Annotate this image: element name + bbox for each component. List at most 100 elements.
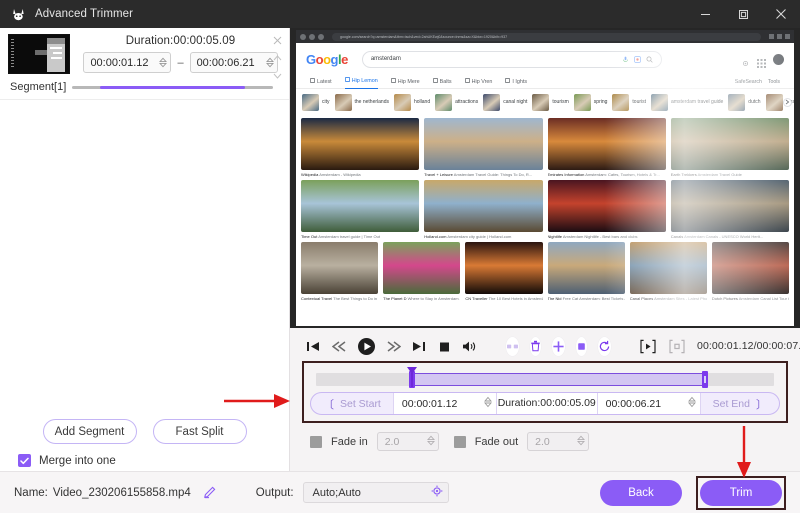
spinner-arrows-icon[interactable]: [483, 395, 492, 413]
image-result[interactable]: CN Traveller The 10 Best Hotels in Amste…: [465, 242, 543, 302]
related-chip[interactable]: tourist: [612, 93, 646, 111]
google-tab-label: Hip Mere: [397, 78, 420, 85]
add-segment-button[interactable]: Add Segment: [42, 419, 137, 444]
related-chip[interactable]: the netherlands: [334, 93, 389, 111]
add-icon[interactable]: [552, 336, 565, 356]
google-tab-hip-vren[interactable]: Hip Vren: [464, 78, 492, 85]
split-icon[interactable]: [506, 336, 519, 356]
merge-checkbox[interactable]: [18, 454, 31, 467]
image-result[interactable]: Canals Amsterdam Canals - UNESCO World H…: [670, 180, 789, 240]
crop-icon[interactable]: [576, 336, 587, 356]
result-caption: Contextual Travel The Best Things to Do …: [301, 296, 378, 301]
google-tab-balts[interactable]: Balts: [432, 78, 452, 85]
fast-split-button[interactable]: Fast Split: [152, 419, 247, 444]
google-tab-hip-mere[interactable]: Hip Mere: [390, 78, 420, 85]
browser-menu-icon: [785, 34, 790, 39]
timeline-playhead-icon[interactable]: [407, 367, 418, 374]
image-result[interactable]: Contextual Travel The Best Things to Do …: [301, 242, 379, 302]
google-tab-i-ights[interactable]: I Ights: [505, 78, 527, 85]
result-thumbnail: [670, 118, 789, 170]
segment-card[interactable]: Duration:00:00:05.09 00:00:01.12 – 00:00…: [0, 28, 289, 100]
segment-end-value: 00:00:06.21: [196, 56, 255, 69]
related-chip[interactable]: canal night: [483, 93, 528, 111]
play-icon[interactable]: [357, 337, 376, 356]
related-chip[interactable]: dutch: [728, 93, 761, 111]
volume-icon[interactable]: [462, 340, 478, 353]
spinner-arrows-icon[interactable]: [159, 57, 168, 68]
image-result[interactable]: Holland.com Amsterdam city guide | Holla…: [424, 180, 543, 240]
rabbit-logo-icon: [10, 6, 26, 22]
image-result[interactable]: Canal Places Amsterdam Sites - Latest Ph…: [629, 242, 707, 302]
mic-icon: [622, 56, 629, 63]
set-in-point-icon[interactable]: [639, 339, 657, 354]
result-caption: The Nid Free Cat Amsterdam: Best Tickets…: [547, 296, 625, 301]
related-chip[interactable]: attractions: [435, 93, 478, 111]
spinner-arrows-icon[interactable]: [577, 433, 586, 451]
trim-end-input[interactable]: 00:00:06.21: [596, 393, 701, 414]
fade-out-input[interactable]: 2.0: [527, 432, 590, 451]
image-result[interactable]: The Nid Free Cat Amsterdam: Best Tickets…: [547, 242, 625, 302]
image-result[interactable]: Earth Trekkers Amsterdam Travel Guide: [670, 118, 789, 178]
merge-into-one-row[interactable]: Merge into one: [0, 444, 289, 467]
video-preview[interactable]: google.com/search?q=amsterdam&tbm=isch&v…: [290, 28, 800, 328]
set-start-button[interactable]: 〔 Set Start: [311, 393, 393, 414]
segment-start-input[interactable]: 00:00:01.12: [83, 52, 172, 73]
related-chip[interactable]: tourism: [532, 93, 569, 111]
related-chip[interactable]: amsterdam travel guide: [651, 93, 723, 111]
stop-icon[interactable]: [438, 340, 451, 353]
timeline-playhead-line: [411, 373, 413, 387]
segment-close-icon[interactable]: [270, 33, 284, 47]
chip-label: canal night: [503, 99, 528, 105]
more-icon: [505, 78, 511, 85]
chip-thumbnail: [612, 93, 630, 111]
image-result[interactable]: Dutch Pictures Amsterdam Canal List Tour…: [711, 242, 790, 302]
related-chip[interactable]: city: [302, 93, 330, 111]
jump-to-start-icon[interactable]: [306, 340, 321, 353]
back-button[interactable]: Back: [600, 479, 682, 506]
google-tab-label: Hip Lemon: [351, 78, 378, 84]
minimize-icon[interactable]: [686, 0, 724, 28]
segment-end-input[interactable]: 00:00:06.21: [189, 52, 278, 73]
fade-in-checkbox[interactable]: [310, 435, 322, 448]
image-result[interactable]: The Planet D Where to Stay in Amsterdam …: [383, 242, 461, 302]
related-chip[interactable]: spring: [573, 93, 607, 111]
next-frame-icon[interactable]: [387, 340, 401, 353]
segment-chevron-down-icon[interactable]: [270, 69, 284, 83]
delete-icon[interactable]: [530, 336, 541, 356]
related-chip[interactable]: holland: [393, 93, 430, 111]
google-tools: SafeSearch Tools: [735, 79, 780, 85]
fade-in-input[interactable]: 2.0: [376, 432, 439, 451]
jump-to-end-icon[interactable]: [412, 340, 427, 353]
gear-icon[interactable]: [431, 484, 443, 502]
segment-chevron-up-icon[interactable]: [270, 51, 284, 65]
google-tab-latest[interactable]: Latest: [310, 78, 332, 85]
output-settings-field[interactable]: Auto;Auto: [302, 482, 449, 503]
close-icon[interactable]: [762, 0, 800, 28]
set-out-point-icon[interactable]: [668, 339, 686, 354]
fade-in-label: Fade in: [331, 435, 368, 448]
pencil-icon[interactable]: [203, 486, 216, 499]
timeline-selection[interactable]: [412, 373, 706, 386]
google-tab-hip-lemon[interactable]: Hip Lemon: [344, 75, 378, 89]
image-result[interactable]: Travel + Leisure Amsterdam Travel Guide:…: [424, 118, 543, 178]
fade-out-checkbox[interactable]: [453, 435, 466, 448]
image-result[interactable]: Emirates Information Amsterdam: Cafes, T…: [547, 118, 666, 178]
result-caption: Nightlife Amsterdam Nightlife - Best bar…: [547, 234, 638, 239]
image-result[interactable]: Nightlife Amsterdam Nightlife - Best bar…: [547, 180, 666, 240]
timeline-end-handle[interactable]: [702, 371, 709, 388]
image-result[interactable]: Wikipedia Amsterdam - Wikipedia: [301, 118, 420, 178]
spinner-arrows-icon[interactable]: [426, 433, 435, 451]
result-caption: Wikipedia Amsterdam - Wikipedia: [301, 172, 361, 177]
result-source: Travel + Leisure: [424, 172, 454, 177]
trim-button[interactable]: Trim: [700, 479, 782, 506]
set-end-button[interactable]: Set End 〕: [701, 393, 779, 414]
reset-icon[interactable]: [598, 336, 611, 356]
spinner-arrows-icon[interactable]: [687, 395, 696, 413]
image-result[interactable]: Time Out Amsterdam travel guide | Time O…: [301, 180, 420, 240]
maximize-icon[interactable]: [724, 0, 762, 28]
timeline[interactable]: [310, 367, 780, 388]
segment-track[interactable]: [72, 85, 273, 89]
trim-start-input[interactable]: 00:00:01.12: [392, 393, 497, 414]
chip-thumbnail: [765, 93, 783, 111]
previous-frame-icon[interactable]: [332, 340, 346, 353]
